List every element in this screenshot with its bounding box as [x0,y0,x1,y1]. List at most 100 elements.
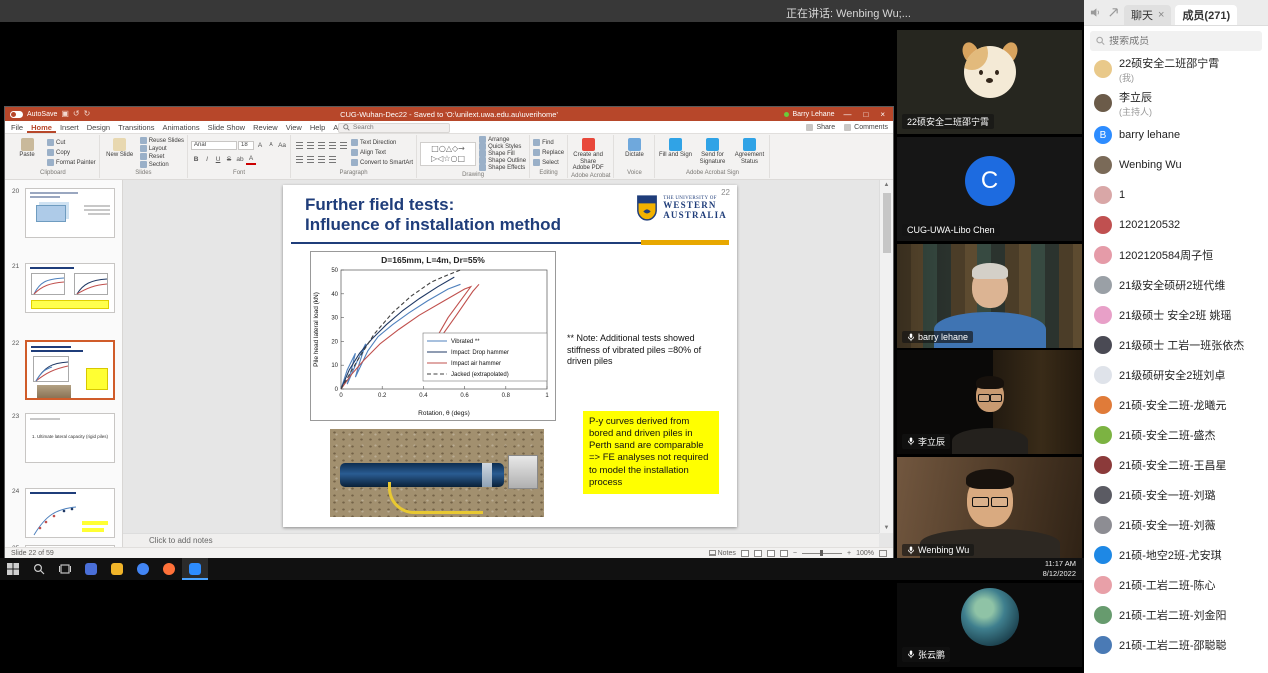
dictate-button[interactable]: Dictate [617,136,651,169]
member-row[interactable]: 21硕-安全一班-刘璐 [1084,480,1268,510]
cut-button[interactable]: Cut [47,139,96,146]
member-row[interactable]: 21级安全硕研2班代维 [1084,270,1268,300]
layout-button[interactable]: Layout [140,145,184,152]
taskbar-task-view-icon[interactable] [52,558,78,580]
member-row[interactable]: 21硕-工岩二班-邵聪聪 [1084,630,1268,660]
video-tile[interactable]: 李立辰 [897,350,1082,454]
member-search[interactable] [1090,31,1262,51]
indent-less-icon[interactable] [316,140,326,150]
agreement-status-button[interactable]: Agreement Status [732,136,766,169]
member-row[interactable]: 21硕-工岩二班-刘金阳 [1084,600,1268,630]
member-row[interactable]: 1202120532 [1084,210,1268,240]
align-left-icon[interactable] [294,155,304,165]
shape-outline-button[interactable]: Shape Outline [479,157,526,164]
tab-help[interactable]: Help [306,121,329,133]
arrange-button[interactable]: Arrange [479,136,526,143]
notes-toggle[interactable]: Notes [709,550,736,557]
italic-icon[interactable]: I [202,155,212,165]
font-size-box[interactable]: 18 [238,141,254,150]
slideshow-icon[interactable] [780,550,788,557]
text-direction-button[interactable]: Text Direction [351,139,413,146]
share-button[interactable]: Share [806,124,835,131]
align-center-icon[interactable] [305,155,315,165]
autosave-toggle[interactable] [10,111,23,118]
align-right-icon[interactable] [316,155,326,165]
zoom-slider[interactable] [802,553,842,554]
copy-button[interactable]: Copy [47,149,96,156]
vertical-scrollbar[interactable]: ▲ ▼ [879,180,893,533]
video-tile[interactable]: barry lehane [897,244,1082,348]
member-row[interactable]: 22硕安全二班邵宁霄(我) [1084,52,1268,86]
speaker-icon[interactable] [1090,7,1101,18]
popout-icon[interactable] [1108,7,1119,18]
zoom-knob[interactable] [820,550,823,556]
member-row[interactable]: 21级硕士 安全2班 姚瑶 [1084,300,1268,330]
search-box[interactable]: Search [338,123,450,133]
video-tile[interactable]: 22硕安全二班邵宁霄 [897,30,1082,134]
tab-insert[interactable]: Insert [56,121,83,133]
select-button[interactable]: Select [533,159,564,166]
slide-thumbnail-21[interactable]: 21 [25,263,115,313]
scroll-down-icon[interactable]: ▼ [884,523,890,533]
create-and-share-adobe-pdf-button[interactable]: Create and Share Adobe PDF [571,136,605,172]
video-tile[interactable]: 张云鹏 [897,583,1082,667]
tab-design[interactable]: Design [83,121,114,133]
member-row[interactable]: 1 [1084,180,1268,210]
scroll-up-icon[interactable]: ▲ [884,180,890,190]
convert-to-smartart-button[interactable]: Convert to SmartArt [351,159,413,166]
save-icon[interactable]: ▣ [61,110,69,118]
new-slide-button[interactable]: New Slide [103,136,137,169]
member-row[interactable]: Bbarry lehane [1084,120,1268,150]
reuse-slides-button[interactable]: Reuse Slides [140,137,184,144]
tab-review[interactable]: Review [249,121,282,133]
highlight-icon[interactable]: ab [235,155,245,165]
slide-canvas[interactable]: 22 Further field tests: Influence of ins… [283,185,737,527]
member-row[interactable]: Wenbing Wu [1084,150,1268,180]
shrink-font-icon[interactable]: A [266,140,276,150]
quick-styles-button[interactable]: Quick Styles [479,143,526,150]
indent-more-icon[interactable] [327,140,337,150]
tab-view[interactable]: View [282,121,306,133]
zoom-in-button[interactable]: + [847,550,851,557]
shape-gallery[interactable]: □○△◇→▷◁☆○□ [420,142,476,166]
slide-sorter-icon[interactable] [754,550,762,557]
tab-transitions[interactable]: Transitions [114,121,158,133]
zoom-out-button[interactable]: − [793,550,797,557]
video-tile[interactable]: CCUG-UWA-Libo Chen [897,137,1082,241]
tab-chat[interactable]: 聊天× [1124,5,1171,25]
reading-view-icon[interactable] [767,550,775,557]
shape-fill-button[interactable]: Shape Fill [479,150,526,157]
zoom-level[interactable]: 100% [856,550,874,557]
shape-effects-button[interactable]: Shape Effects [479,164,526,171]
member-row[interactable]: 21硕-工岩二班-陈心 [1084,570,1268,600]
strikethrough-icon[interactable]: S [224,155,234,165]
member-row[interactable]: 21硕-安全二班-盛杰 [1084,420,1268,450]
close-button[interactable]: × [877,110,888,119]
tab-slide-show[interactable]: Slide Show [204,121,250,133]
minimize-button[interactable]: — [840,110,854,119]
normal-view-icon[interactable] [741,550,749,557]
taskbar-firefox-icon[interactable] [156,558,182,580]
fit-to-window-icon[interactable] [879,550,887,557]
line-spacing-icon[interactable] [338,140,348,150]
taskbar-chrome-icon[interactable] [130,558,156,580]
member-row[interactable]: 21硕-安全二班-王昌星 [1084,450,1268,480]
close-chat-icon[interactable]: × [1158,9,1164,21]
member-row[interactable]: 21硕-安全二班-龙曦元 [1084,390,1268,420]
taskbar-search-icon[interactable] [26,558,52,580]
slide-thumbnail-22-current[interactable]: 22 [25,340,115,400]
font-color-icon[interactable]: A [246,155,256,165]
member-row[interactable]: 21硕-安全一班-刘薇 [1084,510,1268,540]
taskbar-clock[interactable]: 11:17 AM 8/12/2022 [1043,559,1084,579]
taskbar-meeting-icon[interactable] [182,558,208,580]
find-button[interactable]: Find [533,139,564,146]
undo-icon[interactable]: ↺ [73,110,80,118]
comments-button[interactable]: Comments [844,124,888,131]
columns-icon[interactable] [327,155,337,165]
section-button[interactable]: Section [140,161,184,168]
numbering-icon[interactable] [305,140,315,150]
font-name-box[interactable]: Arial [191,141,237,150]
tab-home[interactable]: Home [27,121,56,133]
format-painter-button[interactable]: Format Painter [47,159,96,166]
member-row[interactable]: 1202120584周子恒 [1084,240,1268,270]
